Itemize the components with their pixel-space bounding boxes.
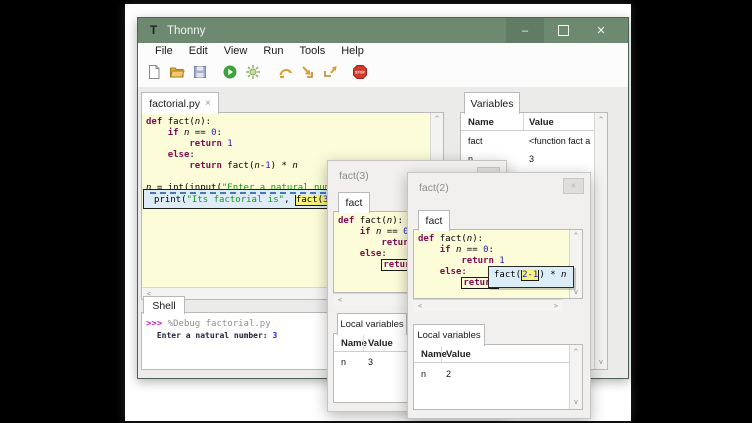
- tab-factorial-py[interactable]: factorial.py ×: [141, 92, 219, 114]
- save-floppy-icon: [192, 64, 208, 80]
- toolbar: STOP: [138, 59, 628, 87]
- local-var-name: n: [421, 369, 426, 379]
- menu-help[interactable]: Help: [333, 45, 372, 57]
- scroll-right-icon[interactable]: >: [551, 300, 561, 311]
- variable-value: 3: [529, 154, 534, 164]
- dialog-fact2-tab-fact[interactable]: fact: [418, 210, 450, 231]
- minimize-icon: –: [522, 25, 528, 37]
- evaluated-expression-code: fact(2-1) * n: [494, 270, 573, 281]
- step-out-button[interactable]: [321, 63, 339, 81]
- debug-button[interactable]: [244, 63, 262, 81]
- scroll-down-icon[interactable]: v: [570, 398, 582, 406]
- frame-tab-label: fact: [426, 215, 443, 227]
- dialog-title: fact(3): [339, 170, 369, 182]
- locals-tab-label: Local variables: [417, 330, 480, 341]
- menu-view[interactable]: View: [216, 45, 256, 57]
- locals-col-divider: [363, 334, 364, 351]
- scroll-down-icon[interactable]: v: [595, 358, 607, 366]
- dialog-fact3-tab-fact[interactable]: fact: [338, 192, 370, 213]
- screenshot-stage: T Thonny – ✕ File Edit View Run Tools He…: [0, 0, 752, 423]
- open-file-button[interactable]: [168, 63, 186, 81]
- local-var-value: 2: [446, 369, 451, 379]
- variables-tab-label: Variables: [471, 98, 514, 110]
- close-button[interactable]: ✕: [582, 18, 620, 43]
- dialog-close-icon: ✕: [571, 182, 577, 190]
- dialog-fact3-tab-locals[interactable]: Local variables: [337, 313, 407, 335]
- window-title: Thonny: [167, 25, 205, 37]
- variables-col-name: Name: [468, 117, 494, 128]
- scroll-up-icon[interactable]: ^: [431, 115, 443, 123]
- scroll-up-icon[interactable]: ^: [595, 116, 607, 124]
- open-folder-icon: [169, 64, 185, 80]
- window-controls: – ✕: [506, 18, 620, 43]
- variable-name: fact: [468, 136, 483, 146]
- local-var-value: 3: [368, 357, 373, 367]
- scroll-left-icon[interactable]: <: [335, 294, 345, 306]
- locals-col-name: Name: [421, 349, 447, 360]
- maximize-button[interactable]: [544, 18, 582, 43]
- menu-run[interactable]: Run: [255, 45, 291, 57]
- step-into-button[interactable]: [299, 63, 317, 81]
- tab-shell[interactable]: Shell: [143, 296, 185, 314]
- dialog-fact2-tab-locals[interactable]: Local variables: [413, 324, 485, 346]
- close-icon: ✕: [596, 24, 605, 37]
- variables-col-divider: [523, 113, 524, 130]
- stop-button[interactable]: STOP: [351, 63, 369, 81]
- scroll-up-icon[interactable]: ^: [570, 348, 582, 356]
- editor-tab-close-icon[interactable]: ×: [205, 98, 211, 109]
- tab-variables[interactable]: Variables: [464, 92, 520, 114]
- stop-icon: STOP: [352, 64, 368, 80]
- step-over-icon: [278, 64, 294, 80]
- locals-col-divider: [441, 345, 442, 362]
- locals-col-value: Value: [446, 349, 471, 360]
- maximize-icon: [558, 25, 569, 36]
- editor-tab-label: factorial.py: [149, 98, 200, 110]
- dialog-fact2-horizontal-scrollbar[interactable]: < >: [413, 299, 563, 311]
- menu-file[interactable]: File: [147, 45, 181, 57]
- run-play-icon: [222, 64, 238, 80]
- save-file-button[interactable]: [191, 63, 209, 81]
- frame-tab-label: fact: [346, 197, 363, 209]
- menu-edit[interactable]: Edit: [181, 45, 216, 57]
- new-file-icon: [146, 64, 162, 80]
- step-out-icon: [322, 64, 338, 80]
- minimize-button[interactable]: –: [506, 18, 544, 43]
- dialog-fact2-locals-table: Name Value n 2 ^ v: [413, 344, 583, 410]
- variables-col-value: Value: [529, 117, 554, 128]
- thonny-logo-icon: T: [147, 24, 160, 37]
- locals-tab-label: Local variables: [340, 319, 403, 330]
- local-var-name: n: [341, 357, 346, 367]
- dialog-title: fact(2): [419, 182, 449, 194]
- dialog-close-button[interactable]: ✕: [563, 178, 584, 194]
- step-over-button[interactable]: [277, 63, 295, 81]
- locals-vertical-scrollbar[interactable]: ^ v: [569, 345, 582, 409]
- step-into-icon: [300, 64, 316, 80]
- title-bar[interactable]: T Thonny – ✕: [138, 18, 628, 43]
- scroll-down-icon[interactable]: v: [570, 288, 582, 296]
- menu-bar: File Edit View Run Tools Help: [138, 43, 628, 59]
- variables-header: Name Value: [461, 113, 607, 131]
- locals-col-value: Value: [368, 338, 393, 349]
- active-statement-code[interactable]: print("Its factorial is", fact(3)): [154, 195, 340, 206]
- shell-tab-label: Shell: [152, 300, 175, 312]
- scroll-up-icon[interactable]: ^: [570, 232, 582, 240]
- active-statement-box: print("Its factorial is", fact(3)): [143, 189, 345, 209]
- new-file-button[interactable]: [145, 63, 163, 81]
- variable-value: <function fact a: [529, 136, 590, 146]
- variables-vertical-scrollbar[interactable]: ^ v: [594, 113, 607, 369]
- call-marker-dashes: [150, 192, 336, 194]
- svg-text:STOP: STOP: [355, 71, 365, 75]
- run-button[interactable]: [221, 63, 239, 81]
- scroll-left-icon[interactable]: <: [415, 300, 425, 311]
- menu-tools[interactable]: Tools: [292, 45, 334, 57]
- debug-spark-icon: [245, 64, 261, 80]
- locals-header: Name Value: [414, 345, 582, 363]
- evaluated-expression-box: fact(2-1) * n: [488, 266, 574, 288]
